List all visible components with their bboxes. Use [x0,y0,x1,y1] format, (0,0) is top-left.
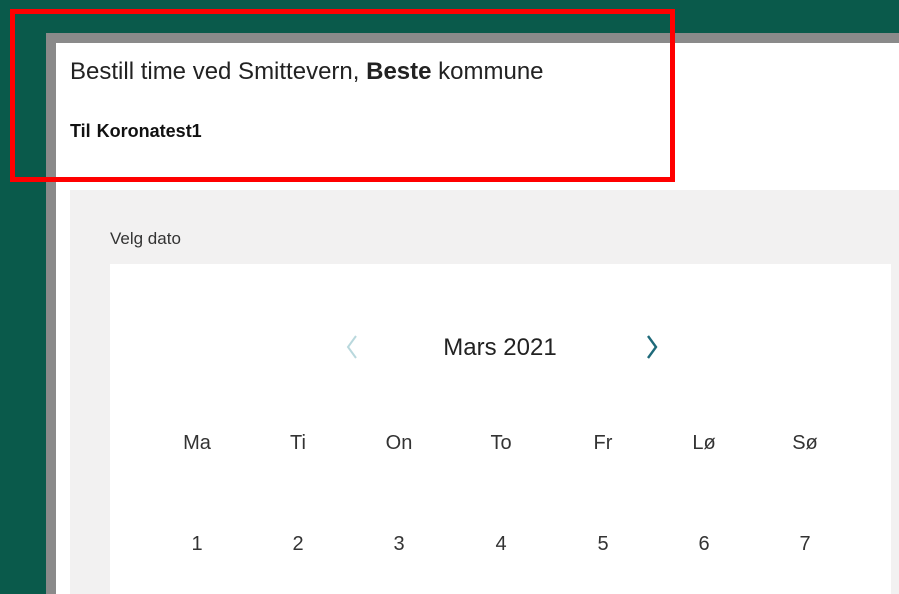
day-cell[interactable]: 2 [268,533,328,556]
weekday-lo: Lø [692,432,716,454]
day-cell[interactable]: 1 [167,533,227,556]
day-cell[interactable]: 4 [471,533,531,556]
month-label: Mars 2021 [443,334,557,361]
weekday-ti: Ti [290,432,306,454]
subtitle-label: Til [70,121,91,141]
page-title: Bestill time ved Smittevern, Beste kommu… [70,58,544,86]
title-bold: Beste [366,58,432,85]
weekday-on: On [385,432,413,454]
weekday-so: Sø [792,432,818,454]
chevron-right-icon [645,334,659,365]
weekday-ma: Ma [183,432,211,454]
day-cell[interactable]: 7 [775,533,835,556]
weekday-fr: Fr [593,432,613,454]
day-cell[interactable]: 6 [674,533,734,556]
chevron-left-icon [345,334,359,365]
date-label: Velg dato [110,229,181,248]
next-month-button[interactable] [637,333,667,365]
weekday-to: To [490,432,512,454]
day-cell[interactable]: 3 [369,533,429,556]
day-cell[interactable]: 5 [573,533,633,556]
subtitle-value: Koronatest1 [96,121,202,141]
title-suffix: kommune [438,58,544,85]
title-prefix: Bestill time ved Smittevern, [70,58,360,85]
prev-month-button[interactable] [337,333,367,365]
page-subtitle: Til Koronatest1 [70,121,202,142]
